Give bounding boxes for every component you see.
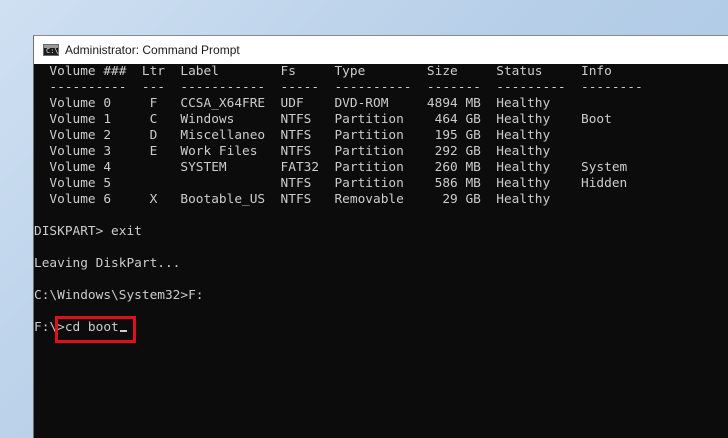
- console-line: ---------- --- ----------- ----- -------…: [34, 80, 643, 95]
- window-title: Administrator: Command Prompt: [65, 43, 240, 57]
- console-line: Volume 0 F CCSA_X64FRE UDF DVD-ROM 4894 …: [34, 96, 551, 111]
- console-line: Volume 4 SYSTEM FAT32 Partition 260 MB H…: [34, 160, 628, 175]
- command-prompt-icon: C:\: [43, 44, 59, 56]
- console-line: Leaving DiskPart...: [34, 256, 181, 271]
- console-line: Volume ### Ltr Label Fs Type Size Status…: [34, 64, 612, 79]
- console-output[interactable]: Volume ### Ltr Label Fs Type Size Status…: [34, 64, 728, 438]
- console-line: C:\Windows\System32>F:: [34, 288, 204, 303]
- console-line: Volume 6 X Bootable_US NTFS Removable 29…: [34, 192, 551, 207]
- command-prompt-window[interactable]: C:\ Administrator: Command Prompt Volume…: [33, 35, 728, 438]
- console-line: DISKPART> exit: [34, 224, 142, 239]
- console-line: Volume 3 E Work Files NTFS Partition 292…: [34, 144, 551, 159]
- console-line: Volume 2 D Miscellaneo NTFS Partition 19…: [34, 128, 551, 143]
- highlight-box: [55, 316, 136, 343]
- console-line: Volume 5 NTFS Partition 586 MB Healthy H…: [34, 176, 628, 191]
- title-bar[interactable]: C:\ Administrator: Command Prompt: [34, 36, 728, 64]
- console-line: Volume 1 C Windows NTFS Partition 464 GB…: [34, 112, 612, 127]
